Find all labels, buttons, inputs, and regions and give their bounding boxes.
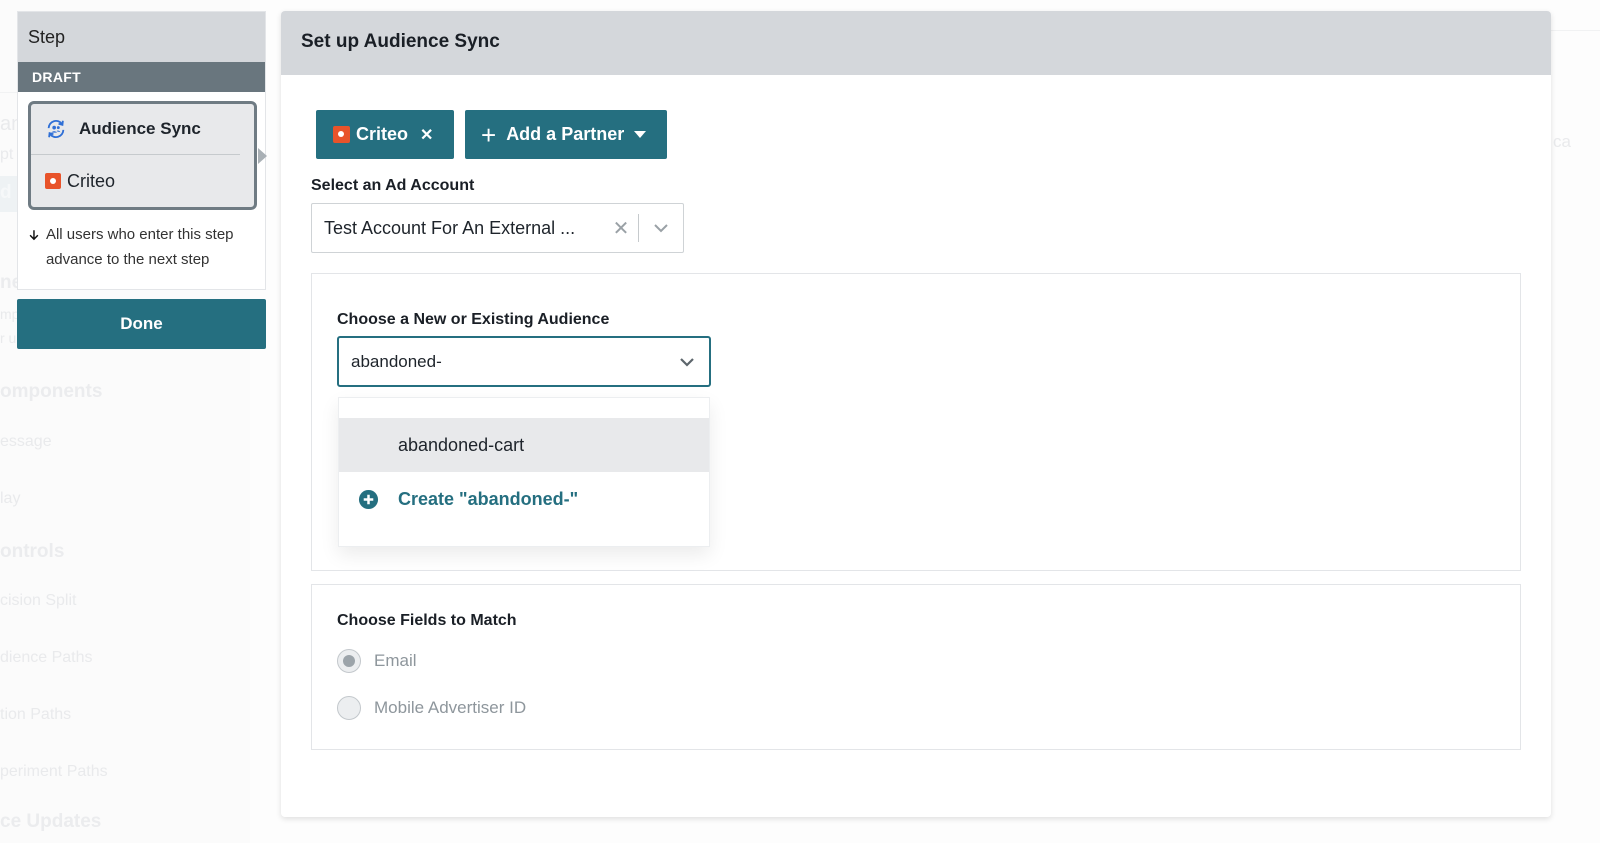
arrow-down-icon — [29, 230, 39, 241]
partner-row: Criteo ✕ + Add a Partner — [316, 110, 667, 159]
add-partner-button[interactable]: + Add a Partner — [465, 110, 667, 159]
audience-label: Choose a New or Existing Audience — [337, 311, 610, 328]
add-partner-label: Add a Partner — [506, 124, 625, 144]
criteo-logo-icon — [45, 173, 61, 189]
radio-label: Mobile Advertiser ID — [374, 698, 527, 717]
caret-down-icon — [634, 131, 647, 138]
step-card-partner: Criteo — [67, 170, 116, 191]
divider — [1551, 30, 1600, 31]
create-audience-label: Create "abandoned-" — [398, 488, 579, 509]
match-fields-label: Choose Fields to Match — [337, 612, 517, 629]
radio-email[interactable]: Email — [337, 649, 417, 673]
radio-label: Email — [374, 651, 417, 670]
radio-button-checked[interactable] — [337, 649, 361, 673]
audience-input[interactable] — [339, 351, 665, 372]
step-card[interactable]: Audience Sync Criteo — [28, 101, 267, 210]
background-text: ca — [1553, 132, 1571, 151]
plus-icon: + — [481, 119, 497, 150]
background-section-heading: ontrols — [0, 541, 65, 562]
background-section-heading: omponents — [0, 381, 103, 402]
advance-note: All users who enter this step advance to… — [28, 222, 258, 272]
chevron-down-icon[interactable] — [665, 357, 709, 367]
criteo-logo-icon — [333, 126, 350, 143]
radio-mobile-advertiser-id[interactable]: Mobile Advertiser ID — [337, 696, 526, 720]
background-text: pt — [0, 146, 14, 163]
ad-account-label: Select an Ad Account — [311, 177, 475, 194]
clear-icon[interactable]: ✕ — [604, 216, 638, 241]
audience-combobox[interactable] — [337, 336, 711, 387]
step-header: Step — [18, 12, 265, 62]
audience-option[interactable]: abandoned-cart — [339, 418, 709, 472]
ad-account-select[interactable]: Test Account For An External ... ✕ — [311, 203, 684, 253]
radio-button[interactable] — [337, 696, 361, 720]
background-item: dience Paths — [0, 649, 93, 666]
audience-sync-icon — [47, 120, 65, 138]
background-item: lay — [0, 490, 21, 507]
close-icon[interactable]: ✕ — [420, 125, 433, 145]
background-item: cision Split — [0, 592, 77, 609]
background-item: essage — [0, 433, 52, 450]
draft-status-bar: DRAFT — [18, 62, 265, 92]
background-item: periment Paths — [0, 763, 108, 780]
plus-circle-icon — [358, 489, 379, 509]
background-section-heading: ce Updates — [0, 811, 102, 832]
ad-account-value: Test Account For An External ... — [324, 217, 576, 238]
create-audience-option[interactable]: Create "abandoned-" — [339, 472, 709, 526]
background-item: tion Paths — [0, 706, 72, 723]
audience-section: Choose a New or Existing Audience abando… — [311, 273, 1521, 571]
partner-chip-label: Criteo — [356, 124, 409, 144]
advance-note-text: All users who enter this step advance to… — [45, 226, 234, 268]
card-pointer-icon — [258, 148, 267, 164]
modal-title: Set up Audience Sync — [301, 31, 500, 52]
modal-header: Set up Audience Sync — [281, 11, 1551, 75]
match-fields-section: Choose Fields to Match Email Mobile Adve… — [311, 584, 1521, 750]
step-panel: Step DRAFT Audience Sync Criteo All user… — [17, 11, 267, 290]
chevron-down-icon[interactable] — [639, 223, 683, 233]
done-button[interactable]: Done — [17, 299, 266, 349]
background-text: r u — [0, 330, 17, 346]
step-card-title: Audience Sync — [79, 119, 201, 138]
partner-chip-criteo[interactable]: Criteo ✕ — [316, 110, 454, 159]
audience-sync-modal: Set up Audience Sync Criteo ✕ + Add a Pa… — [281, 11, 1551, 817]
audience-dropdown-menu: abandoned-cart Create "abandoned-" — [338, 397, 710, 547]
